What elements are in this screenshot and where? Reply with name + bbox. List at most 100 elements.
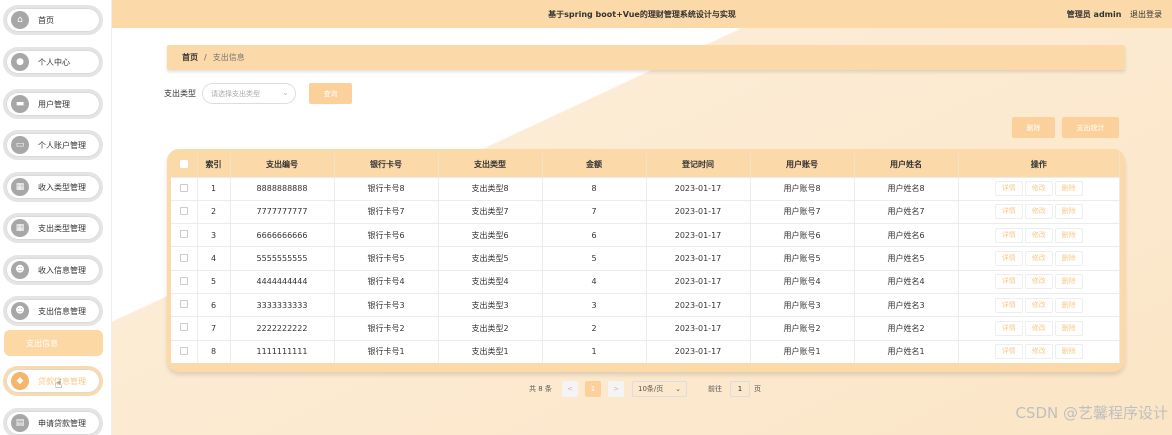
prev-page-button[interactable]: < <box>562 381 578 397</box>
page-size-select[interactable]: 10条/页 ⌄ <box>632 381 687 397</box>
table-cell: 用户姓名2 <box>854 316 959 341</box>
sidebar-item-income-info[interactable]: ☻ 收入信息管理 <box>3 255 103 285</box>
checkbox-icon[interactable] <box>179 159 188 168</box>
checkbox-icon[interactable] <box>179 300 188 309</box>
checkbox-icon[interactable] <box>179 253 188 262</box>
row-checkbox-cell[interactable] <box>171 292 198 317</box>
detail-button[interactable]: 详情 <box>994 227 1023 243</box>
money-icon: ◆ <box>11 372 29 390</box>
edit-button[interactable]: 修改 <box>1024 251 1053 267</box>
doc-icon: ▤ <box>11 414 29 432</box>
sidebar-item-personal-center[interactable]: ● 个人中心 <box>3 47 103 77</box>
query-button[interactable]: 查询 <box>309 83 352 104</box>
sidebar-item-account-management[interactable]: ▭ 个人账户管理 <box>3 130 103 160</box>
table-cell: 支出类型4 <box>438 269 543 294</box>
sidebar-item-home[interactable]: ⌂ 首页 <box>3 5 103 35</box>
table-cell: 用户账号4 <box>750 269 855 294</box>
table-cell: 5555555555 <box>230 246 335 271</box>
row-checkbox-cell[interactable] <box>171 246 198 271</box>
checkbox-icon[interactable] <box>179 206 188 215</box>
sidebar-item-expense-type[interactable]: ▦ 支出类型管理 <box>3 213 103 243</box>
edit-button[interactable]: 修改 <box>1024 181 1053 197</box>
stats-button[interactable]: 支出统计 <box>1062 117 1119 138</box>
table-cell: 用户姓名1 <box>854 339 959 364</box>
goto-page-input[interactable]: 1 <box>730 381 750 397</box>
checkbox-icon[interactable] <box>179 323 188 332</box>
delete-row-button[interactable]: 删除 <box>1054 181 1083 197</box>
table-cell: 7 <box>197 316 231 341</box>
sidebar-item-label: 用户管理 <box>38 99 70 109</box>
logout-link[interactable]: 退出登录 <box>1130 10 1162 19</box>
delete-row-button[interactable]: 删除 <box>1054 344 1083 360</box>
header-user-name: 用户姓名 <box>854 153 959 177</box>
row-checkbox-cell[interactable] <box>171 176 198 201</box>
expense-type-select[interactable]: 请选择支出类型 ⌄ <box>202 83 296 104</box>
detail-button[interactable]: 详情 <box>994 344 1023 360</box>
detail-button[interactable]: 详情 <box>994 274 1023 290</box>
sidebar-item-label: 个人中心 <box>38 57 70 67</box>
sidebar-item-loan-apply[interactable]: ▤ 申请贷款管理 <box>3 408 103 435</box>
detail-button[interactable]: 详情 <box>994 181 1023 197</box>
table-cell: 7 <box>542 199 647 224</box>
breadcrumb: 首页 / 支出信息 <box>167 45 1125 70</box>
edit-button[interactable]: 修改 <box>1024 274 1053 290</box>
user-icon: ● <box>11 53 29 71</box>
delete-row-button[interactable]: 删除 <box>1054 251 1083 267</box>
detail-button[interactable]: 详情 <box>994 320 1023 336</box>
delete-button[interactable]: 删除 <box>1012 117 1055 138</box>
detail-button[interactable]: 详情 <box>994 204 1023 220</box>
edit-button[interactable]: 修改 <box>1024 204 1053 220</box>
breadcrumb-home[interactable]: 首页 <box>182 52 198 63</box>
sidebar-item-expense-info[interactable]: ☻ 支出信息管理 <box>3 296 103 326</box>
table-cell: 4444444444 <box>230 269 335 294</box>
sidebar-item-label: 支出类型管理 <box>38 223 86 233</box>
current-page-button[interactable]: 1 <box>585 381 601 397</box>
page-unit: 页 <box>754 385 761 393</box>
sidebar-item-loan-info[interactable]: ◆ 贷款信息管理 <box>3 366 103 396</box>
delete-row-button[interactable]: 删除 <box>1054 204 1083 220</box>
checkbox-icon[interactable] <box>179 183 188 192</box>
select-all-checkbox[interactable] <box>171 153 198 177</box>
sidebar-subitem-expense-info[interactable]: 支出信息 <box>4 330 103 356</box>
table-cell: 3 <box>542 292 647 317</box>
edit-button[interactable]: 修改 <box>1024 320 1053 336</box>
checkbox-icon[interactable] <box>179 230 188 239</box>
edit-button[interactable]: 修改 <box>1024 297 1053 313</box>
row-checkbox-cell[interactable] <box>171 316 198 341</box>
delete-row-button[interactable]: 删除 <box>1054 227 1083 243</box>
people-icon: ☻ <box>11 261 29 279</box>
table-cell: 银行卡号4 <box>334 269 439 294</box>
delete-row-button[interactable]: 删除 <box>1054 274 1083 290</box>
row-actions: 详情 修改 删除 <box>958 246 1120 271</box>
header-user-account: 用户账号 <box>750 153 855 177</box>
table-cell: 银行卡号8 <box>334 176 439 201</box>
row-checkbox-cell[interactable] <box>171 339 198 364</box>
sidebar-item-label: 个人账户管理 <box>38 140 86 150</box>
delete-row-button[interactable]: 删除 <box>1054 297 1083 313</box>
detail-button[interactable]: 详情 <box>994 297 1023 313</box>
row-checkbox-cell[interactable] <box>171 223 198 247</box>
sidebar-item-user-management[interactable]: ▬ 用户管理 <box>3 89 103 119</box>
sidebar-item-income-type[interactable]: ▦ 收入类型管理 <box>3 172 103 202</box>
delete-row-button[interactable]: 删除 <box>1054 320 1083 336</box>
header-expense-no: 支出编号 <box>230 153 335 177</box>
checkbox-icon[interactable] <box>179 276 188 285</box>
row-checkbox-cell[interactable] <box>171 269 198 294</box>
table-cell: 8 <box>197 339 231 364</box>
table-cell: 用户账号1 <box>750 339 855 364</box>
table-row: 8 1111111111 银行卡号1 支出类型1 1 2023-01-17 用户账号1 用户姓… <box>171 339 1120 364</box>
wallet-icon: ▭ <box>11 136 29 154</box>
sidebar: ⌂ 首页 ● 个人中心 ▬ 用户管理 ▭ 个人账户管理 ▦ 收入类型管理 ▦ 支… <box>0 0 112 435</box>
next-page-button[interactable]: > <box>608 381 624 397</box>
app-title: 基于spring boot+Vue的理财管理系统设计与实现 <box>548 10 736 19</box>
edit-button[interactable]: 修改 <box>1024 344 1053 360</box>
checkbox-icon[interactable] <box>179 346 188 355</box>
table-row: 5 4444444444 银行卡号4 支出类型4 4 2023-01-17 用户账号4 用户姓… <box>171 269 1120 294</box>
table-cell: 8 <box>542 176 647 201</box>
row-actions: 详情 修改 删除 <box>958 269 1120 294</box>
header-index: 索引 <box>197 153 231 177</box>
detail-button[interactable]: 详情 <box>994 251 1023 267</box>
table-row: 6 3333333333 银行卡号3 支出类型3 3 2023-01-17 用户账号3 用户姓… <box>171 292 1120 317</box>
edit-button[interactable]: 修改 <box>1024 227 1053 243</box>
row-checkbox-cell[interactable] <box>171 199 198 224</box>
